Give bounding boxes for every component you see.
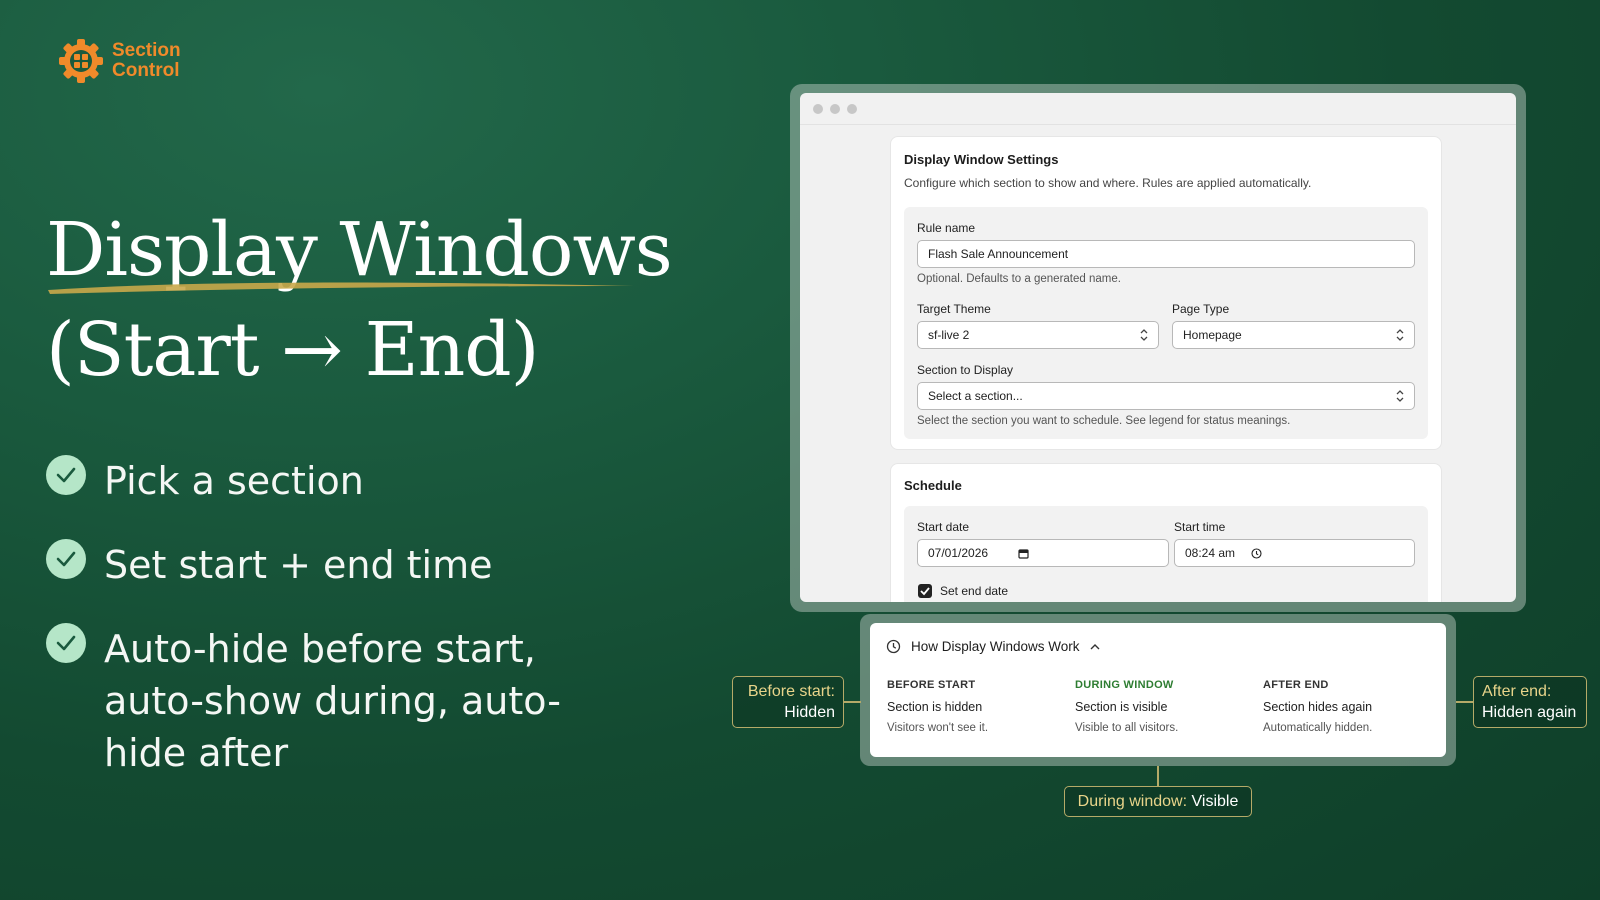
section-help: Select the section you want to schedule.…	[917, 415, 1291, 427]
legend-main: Section is hidden	[887, 700, 983, 714]
chevron-up-icon	[1090, 643, 1100, 649]
chevron-updown-icon	[1396, 390, 1404, 402]
legend-frame: How Display Windows Work BEFORE START Se…	[860, 614, 1456, 766]
calendar-icon[interactable]	[1018, 548, 1029, 559]
chevron-updown-icon	[1140, 329, 1148, 341]
target-theme-select[interactable]: sf-live 2	[917, 321, 1159, 349]
settings-form: Rule name Flash Sale Announcement Option…	[904, 207, 1428, 439]
rule-name-input[interactable]: Flash Sale Announcement	[917, 240, 1415, 268]
end-date-label: Set end date	[940, 584, 1009, 598]
check-icon	[46, 539, 86, 579]
feature-list: Pick a section Set start + end time Auto…	[46, 455, 686, 811]
chevron-updown-icon	[1396, 329, 1404, 341]
callout-value: Hidden	[784, 704, 835, 721]
schedule-form: Start date 07/01/2026 Start time 08:24 a…	[904, 506, 1428, 602]
callout-value: Hidden again	[1482, 704, 1577, 721]
start-date-label: Start date	[917, 520, 970, 534]
start-time-input[interactable]: 08:24 am	[1174, 539, 1415, 567]
section-label: Section to Display	[917, 363, 1014, 377]
check-icon	[920, 587, 930, 596]
legend-main: Section is visible	[1075, 700, 1168, 714]
connector-line	[1157, 766, 1159, 786]
after-end-callout: After end: Hidden again	[1473, 676, 1587, 728]
during-window-callout: During window: Visible	[1064, 786, 1252, 817]
legend-caption: AFTER END	[1263, 679, 1329, 691]
legend-caption: BEFORE START	[887, 679, 976, 691]
start-time-value: 08:24 am	[1185, 546, 1236, 560]
before-start-callout: Before start: Hidden	[732, 676, 844, 728]
page-type-label: Page Type	[1172, 302, 1230, 316]
legend-small: Visitors won't see it.	[887, 722, 989, 734]
legend-after-column: AFTER END Section hides again Automatica…	[1263, 679, 1443, 734]
list-item-text: Pick a section	[104, 459, 364, 503]
legend-small: Automatically hidden.	[1263, 722, 1373, 734]
callout-key: After end:	[1482, 683, 1552, 700]
settings-title: Display Window Settings	[904, 152, 1059, 167]
hero-title: Display Windows (Start → End)	[46, 200, 686, 400]
hero-underline-stroke	[48, 282, 634, 294]
legend-title: How Display Windows Work	[911, 639, 1080, 654]
start-time-label: Start time	[1174, 520, 1226, 534]
legend-toggle[interactable]: How Display Windows Work	[886, 639, 1100, 654]
rule-name-help: Optional. Defaults to a generated name.	[917, 273, 1121, 285]
list-item: Set start + end time	[46, 539, 686, 591]
check-icon	[46, 623, 86, 663]
browser-titlebar	[800, 93, 1516, 125]
callout-value: Visible	[1191, 793, 1239, 810]
target-theme-value: sf-live 2	[928, 328, 970, 342]
page-type-value: Homepage	[1183, 328, 1242, 342]
legend-small: Visible to all visitors.	[1075, 722, 1179, 734]
list-item: Auto-hide before start, auto-show during…	[46, 623, 686, 779]
schedule-card: Schedule Start date 07/01/2026 Start tim…	[890, 463, 1442, 602]
browser-window: Display Window Settings Configure which …	[790, 84, 1526, 612]
connector-line	[1456, 701, 1474, 703]
settings-subtitle: Configure which section to show and wher…	[904, 176, 1312, 190]
window-dot-icon[interactable]	[847, 103, 857, 114]
legend-panel: How Display Windows Work BEFORE START Se…	[870, 623, 1446, 757]
window-dot-icon[interactable]	[813, 103, 823, 114]
start-date-value: 07/01/2026	[928, 546, 989, 560]
check-icon	[46, 455, 86, 495]
start-date-input[interactable]: 07/01/2026	[917, 539, 1169, 567]
section-value: Select a section...	[928, 389, 1023, 403]
legend-before-column: BEFORE START Section is hidden Visitors …	[887, 679, 1067, 734]
gear-grid-icon	[59, 39, 103, 83]
logo-line1: Section	[112, 40, 181, 61]
rule-name-label: Rule name	[917, 221, 976, 235]
browser-content: Display Window Settings Configure which …	[800, 93, 1516, 602]
legend-caption: DURING WINDOW	[1075, 679, 1174, 691]
callout-key: During window:	[1077, 793, 1188, 810]
connector-line	[843, 701, 861, 703]
logo-line2: Control	[112, 60, 180, 81]
window-dot-icon[interactable]	[830, 103, 840, 114]
legend-during-column: DURING WINDOW Section is visible Visible…	[1075, 679, 1255, 734]
hero-line2: (Start → End)	[46, 307, 540, 393]
list-item-text: Set start + end time	[104, 543, 493, 587]
list-item-text: Auto-hide before start, auto-show during…	[104, 627, 561, 775]
clock-icon	[886, 639, 901, 654]
page-type-select[interactable]: Homepage	[1172, 321, 1415, 349]
list-item: Pick a section	[46, 455, 686, 507]
target-theme-label: Target Theme	[917, 302, 991, 316]
section-select[interactable]: Select a section...	[917, 382, 1415, 410]
end-date-checkbox[interactable]	[918, 584, 932, 598]
clock-icon[interactable]	[1251, 548, 1262, 559]
callout-key: Before start:	[747, 683, 835, 700]
legend-main: Section hides again	[1263, 700, 1373, 714]
settings-card: Display Window Settings Configure which …	[890, 136, 1442, 450]
schedule-title: Schedule	[904, 478, 962, 493]
brand-logo: Section Control	[56, 36, 181, 86]
